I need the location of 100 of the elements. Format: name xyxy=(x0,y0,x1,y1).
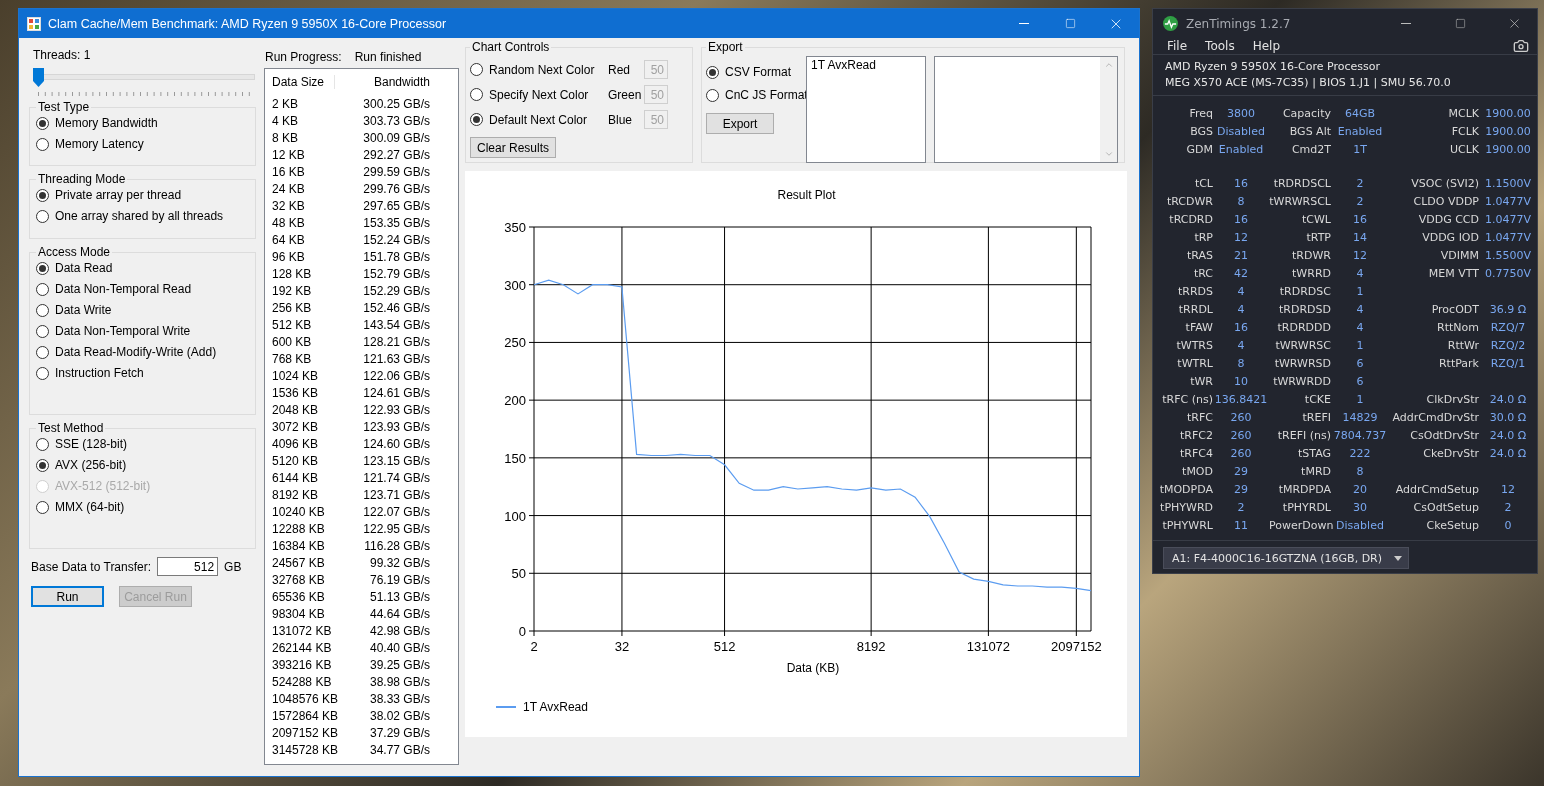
radio-button[interactable]: Random Next Color xyxy=(470,62,595,77)
module-dropdown[interactable]: A1: F4-4000C16-16GTZNA (16GB, DR) xyxy=(1163,547,1409,569)
axis-tick-label: 2 xyxy=(530,639,538,654)
table-cell-text: 38.98 GB/s xyxy=(368,674,431,689)
minimize-icon xyxy=(1401,23,1411,24)
legend-label: 1T AvxRead xyxy=(523,700,588,714)
table-cell-text: 122.95 GB/s xyxy=(362,521,431,536)
unit-label: GB xyxy=(224,559,242,574)
column-header[interactable]: Bandwidth xyxy=(335,75,458,89)
axis-tick-label: 131072 xyxy=(966,639,1011,654)
timing-label: tRFC2 xyxy=(1179,428,1213,442)
timing-value: 1900.00 xyxy=(1484,142,1532,156)
table-cell-text: 2048 KB xyxy=(271,402,320,417)
group-title: Test Method xyxy=(37,421,105,435)
timing-label: BGS xyxy=(1189,124,1213,138)
timing-label: MEM VTT xyxy=(1427,266,1479,280)
column-header[interactable]: Data Size xyxy=(265,75,335,89)
radio-button[interactable]: SSE (128-bit) xyxy=(36,437,128,451)
timing-label: tRDRDSD xyxy=(1278,302,1331,316)
timing-value: RZQ/7 xyxy=(1489,320,1527,334)
axis-tick-label: 0 xyxy=(518,624,526,639)
clear-results-button[interactable]: Clear Results xyxy=(470,137,556,158)
table-cell-text: 152.46 GB/s xyxy=(362,300,431,315)
table-cell-text: 44.64 GB/s xyxy=(368,606,431,621)
timing-label: tRRDL xyxy=(1177,302,1213,316)
radio-button[interactable]: Memory Bandwidth xyxy=(36,116,158,130)
axis-tick-label: 200 xyxy=(504,393,526,409)
timing-label: tRFC (ns) xyxy=(1161,392,1213,406)
timing-label: tCWL xyxy=(1301,212,1331,226)
list-item[interactable]: 1T AvxRead xyxy=(811,58,921,72)
scroll-down-icon[interactable] xyxy=(1103,149,1114,159)
radio-button[interactable]: Data Read xyxy=(36,261,113,275)
base-data-field[interactable]: 512 xyxy=(157,557,219,576)
timing-value: 4 xyxy=(1355,266,1365,280)
menu-item[interactable]: Tools xyxy=(1205,39,1235,53)
timing-value: 1.0477V xyxy=(1484,230,1532,244)
radio-button[interactable]: Default Next Color xyxy=(470,112,588,127)
timing-value: 64GB xyxy=(1343,106,1377,120)
table-cell-text: 122.07 GB/s xyxy=(362,504,431,519)
axis-tick-label: 32 xyxy=(614,639,630,654)
pulse-logo-icon xyxy=(1163,16,1178,31)
table-cell-text: 12 KB xyxy=(271,147,306,162)
table-cell-text: 393216 KB xyxy=(271,657,333,672)
group-title: Access Mode xyxy=(37,245,112,259)
radio-button[interactable]: AVX (256-bit) xyxy=(36,458,127,472)
timing-label: tWRRD xyxy=(1291,266,1331,280)
table-cell-text: 256 KB xyxy=(271,300,313,315)
table-cell-text: 76.19 GB/s xyxy=(368,572,431,587)
results-list[interactable]: 1T AvxRead xyxy=(806,56,926,163)
timing-label: tRAS xyxy=(1185,248,1213,262)
timing-value: Enabled xyxy=(1336,124,1384,138)
timing-label: Capacity xyxy=(1281,106,1331,120)
threads-slider[interactable] xyxy=(33,68,255,96)
cpu-name: AMD Ryzen 9 5950X 16-Core Processor xyxy=(1165,60,1381,73)
radio-button[interactable]: Specify Next Color xyxy=(470,87,589,102)
radio-button[interactable]: Data Write xyxy=(36,303,112,317)
menu-item[interactable]: File xyxy=(1167,39,1188,53)
radio-button[interactable]: Memory Latency xyxy=(36,137,144,151)
radio-button[interactable]: Data Non-Temporal Write xyxy=(36,324,191,338)
timing-label: VDDG IOD xyxy=(1421,230,1479,244)
timing-value: 4 xyxy=(1236,284,1246,298)
camera-icon[interactable] xyxy=(1513,38,1529,54)
radio-button[interactable]: Data Read-Modify-Write (Add) xyxy=(36,345,217,359)
radio-button[interactable]: One array shared by all threads xyxy=(36,209,224,223)
table-cell-text: 152.29 GB/s xyxy=(362,283,431,298)
export-text-area[interactable] xyxy=(934,56,1118,163)
table-cell-text: 32 KB xyxy=(271,198,306,213)
timing-label: tRCDRD xyxy=(1168,212,1213,226)
timing-value: 16 xyxy=(1233,320,1249,334)
timing-value: 30 xyxy=(1352,500,1368,514)
scroll-up-icon[interactable] xyxy=(1103,60,1114,70)
table-cell-text: 38.02 GB/s xyxy=(368,708,431,723)
timing-label: tWRWRDD xyxy=(1272,374,1331,388)
color-label: Green xyxy=(607,87,643,102)
export-button[interactable]: Export xyxy=(706,113,774,134)
radio-button[interactable]: Data Non-Temporal Read xyxy=(36,282,192,296)
timing-label: ProcODT xyxy=(1430,302,1479,316)
table-cell-text: 123.93 GB/s xyxy=(362,419,431,434)
timing-value: 1.5500V xyxy=(1484,248,1532,262)
radio-button[interactable]: Private array per thread xyxy=(36,188,182,202)
timing-label: RttPark xyxy=(1437,356,1479,370)
timing-value: 12 xyxy=(1500,482,1516,496)
table-cell-text: 192 KB xyxy=(271,283,313,298)
radio-button[interactable]: Instruction Fetch xyxy=(36,366,144,380)
timing-label: CsOdtDrvStr xyxy=(1409,428,1479,442)
table-cell-text: 40.40 GB/s xyxy=(368,640,431,655)
table-cell-text: 8192 KB xyxy=(271,487,320,502)
timing-label: tRFC4 xyxy=(1179,446,1213,460)
table-cell-text: 768 KB xyxy=(271,351,313,366)
scrollbar[interactable] xyxy=(1100,57,1117,162)
radio-button[interactable]: MMX (64-bit) xyxy=(36,500,125,514)
timing-value: 8 xyxy=(1355,464,1365,478)
slider-thumb[interactable] xyxy=(33,68,44,87)
radio-button[interactable]: CnC JS Format xyxy=(706,88,808,102)
action-button[interactable]: Run xyxy=(31,586,104,607)
timing-label: AddrCmdSetup xyxy=(1394,482,1479,496)
menu-item[interactable]: Help xyxy=(1252,39,1280,53)
radio-button[interactable]: CSV Format xyxy=(706,65,791,79)
timing-value: 6 xyxy=(1355,374,1365,388)
timing-value: 136.8421 xyxy=(1213,392,1269,406)
